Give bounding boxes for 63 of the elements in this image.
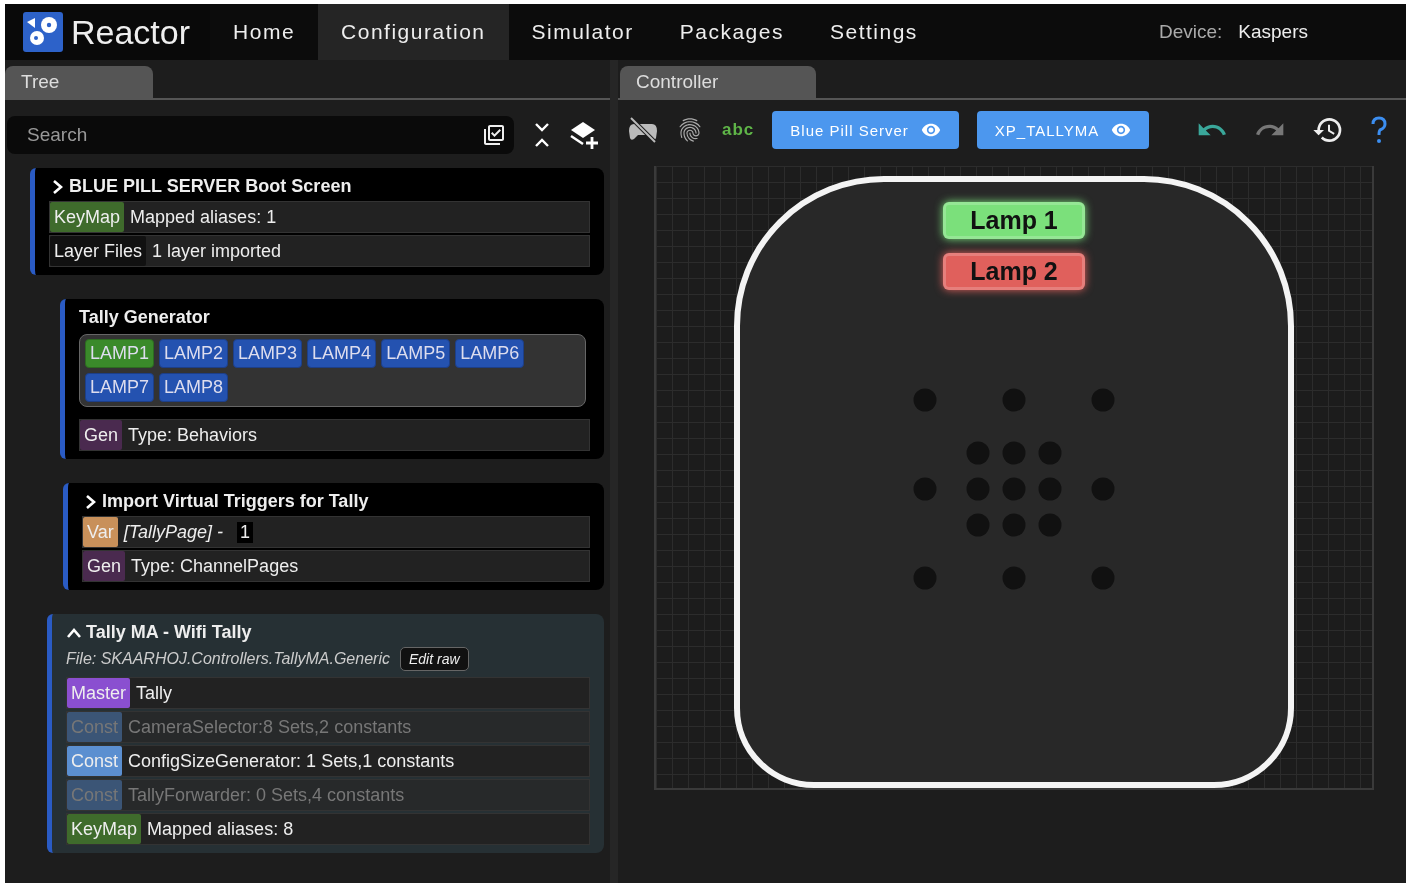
file-path: File: SKAARHOJ.Controllers.TallyMA.Generic	[66, 650, 390, 668]
row-text: Mapped aliases: 1	[130, 206, 277, 228]
edit-raw-button[interactable]: Edit raw	[399, 647, 469, 671]
panel-tab[interactable]: Controller	[620, 66, 816, 98]
text-toggle[interactable]: abc	[722, 120, 755, 140]
gamepad-off-icon[interactable]	[628, 117, 658, 143]
type-tag: Master	[67, 678, 130, 708]
row-text: 1 layer imported	[152, 240, 282, 262]
type-tag: KeyMap	[67, 814, 142, 844]
tree-row[interactable]: KeyMap Mapped aliases: 1	[49, 201, 590, 233]
variable-value: 1	[237, 521, 254, 543]
type-tag: Gen	[83, 551, 126, 581]
select-all-icon[interactable]	[482, 123, 506, 147]
search-bar[interactable]: Search	[7, 116, 514, 154]
lamp-chip[interactable]: LAMP4	[307, 339, 377, 368]
brand-name: Reactor	[71, 12, 191, 52]
tree-row[interactable]: KeyMap Mapped aliases: 8	[66, 813, 590, 845]
type-tag: Gen	[80, 420, 123, 450]
row-text: Type: ChannelPages	[131, 555, 299, 577]
lamp-chip[interactable]: LAMP3	[233, 339, 303, 368]
node-title: Import Virtual Triggers for Tally	[102, 491, 369, 512]
row-text: Mapped aliases: 8	[147, 818, 294, 840]
lamp-indicator[interactable]: Lamp 1	[943, 202, 1085, 239]
nav-tab[interactable]: Settings	[806, 4, 941, 60]
type-tag: Const	[67, 746, 123, 776]
lamp-chip[interactable]: LAMP8	[159, 373, 229, 402]
node-title: BLUE PILL SERVER Boot Screen	[69, 176, 352, 197]
nav-tab[interactable]: Home	[210, 4, 319, 60]
lamp-chip[interactable]: LAMP2	[159, 339, 229, 368]
tree-row[interactable]: Gen Type: Behaviors	[79, 419, 590, 451]
variable-name: [TallyPage] -	[123, 521, 224, 543]
lamp-chip[interactable]: LAMP7	[85, 373, 155, 402]
collapse-icon[interactable]	[534, 121, 550, 149]
node-title: Tally Generator	[79, 307, 210, 328]
node-title: Tally MA - Wifi Tally	[86, 622, 252, 643]
type-tag: KeyMap	[50, 202, 125, 232]
tree-row[interactable]: Layer Files 1 layer imported	[49, 235, 590, 267]
logo-icon	[23, 12, 63, 52]
nav-tab[interactable]: Packages	[656, 4, 807, 60]
tree-row[interactable]: Master Tally	[66, 677, 590, 709]
lamp-chip[interactable]: LAMP5	[381, 339, 451, 368]
panel-tab[interactable]: Tree	[5, 66, 153, 98]
type-tag: Const	[67, 712, 123, 742]
nav-tab[interactable]: Configuration	[318, 4, 509, 60]
tree-row[interactable]: Var [TallyPage] - 1	[82, 516, 590, 548]
lamp-chip[interactable]: LAMP6	[455, 339, 525, 368]
row-text: Type: Behaviors	[128, 424, 258, 446]
row-text: CameraSelector:8 Sets,2 constants	[128, 716, 412, 738]
row-text: TallyForwarder: 0 Sets,4 constants	[128, 784, 405, 806]
help-icon[interactable]	[1370, 116, 1388, 144]
device-name: Kaspers	[1238, 21, 1308, 43]
device-label: Device:	[1158, 21, 1223, 43]
search-field[interactable]: Search	[25, 123, 482, 147]
tree-row[interactable]: Gen Type: ChannelPages	[82, 550, 590, 582]
type-tag: Const	[67, 780, 123, 810]
tree-row[interactable]: Const ConfigSizeGenerator: 1 Sets,1 constants	[66, 745, 590, 777]
nav-tab[interactable]: Simulator	[508, 4, 657, 60]
lamp-indicator[interactable]: Lamp 2	[943, 253, 1085, 290]
type-tag: Layer Files	[50, 236, 147, 266]
row-text: ConfigSizeGenerator: 1 Sets,1 constants	[128, 750, 455, 772]
row-text: Tally	[136, 682, 173, 704]
type-tag: Var	[83, 517, 118, 547]
add-layer-icon[interactable]	[570, 121, 600, 149]
